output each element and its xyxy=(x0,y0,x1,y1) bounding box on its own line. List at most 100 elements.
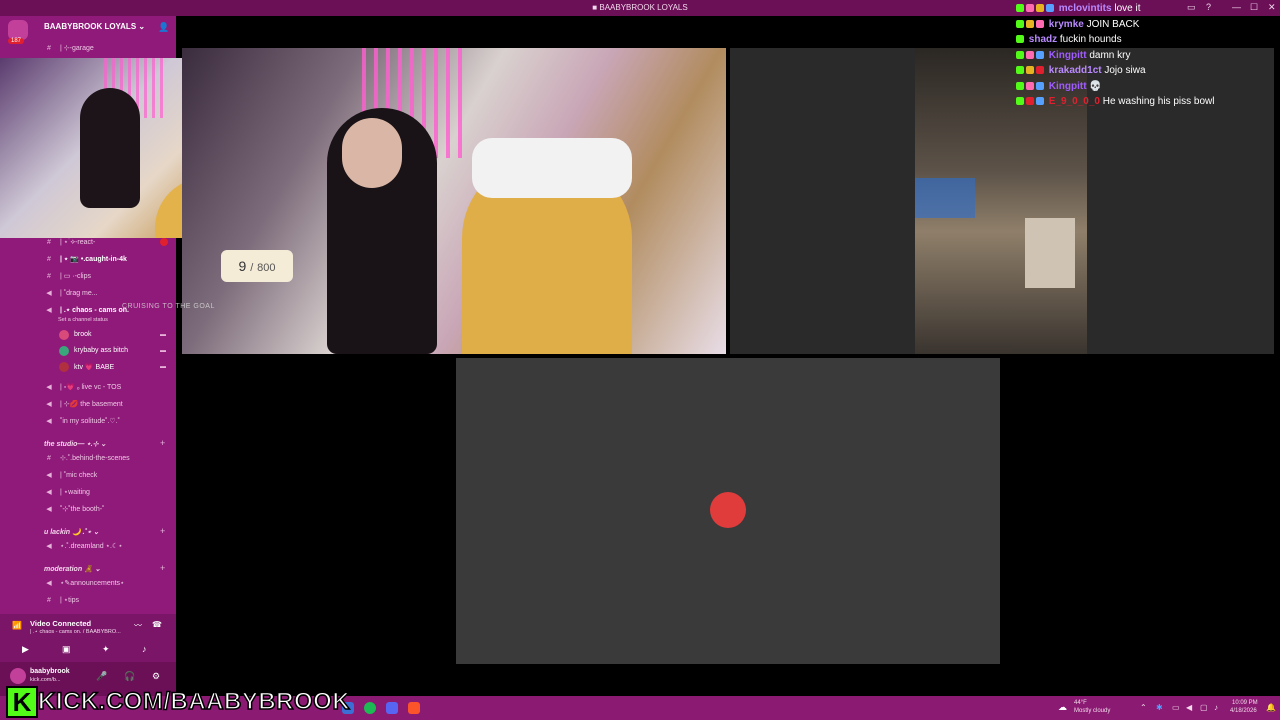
add-channel-icon[interactable]: + xyxy=(160,563,165,573)
hash-icon: # xyxy=(47,273,51,280)
gift-badge-icon xyxy=(1026,81,1034,90)
hash-icon: # xyxy=(47,597,51,604)
hash-icon: # xyxy=(47,45,51,52)
category-u-lackin[interactable]: u lackin 🌙 .˚⋆ ⌄ xyxy=(44,528,99,536)
channel-garage[interactable]: # | ⊹-garage xyxy=(44,44,94,52)
chat-text: 💀 xyxy=(1089,80,1102,92)
discord-home-icon[interactable] xyxy=(8,20,28,40)
category-the-studio[interactable]: the studio— ⋆.⊹ ⌄ xyxy=(44,440,106,448)
channel-in-my-solitude[interactable]: ◀ ˚in my solitude˚.♡.˚ xyxy=(44,417,120,425)
server-name[interactable]: BAABYBROOK LOYALS ⌄ xyxy=(44,22,145,31)
channel-chaos-cams-on[interactable]: ◀ | .⋆ chaos - cams on. xyxy=(44,306,129,314)
headrest xyxy=(472,138,632,198)
clock-date: 4/18/2026 xyxy=(1230,708,1257,714)
chat-message: krakadd1ct Jojo siwa xyxy=(1016,65,1276,81)
channel-status[interactable]: Set a channel status xyxy=(58,317,108,323)
blue-light xyxy=(915,178,975,218)
chat-message: shadz fuckin hounds xyxy=(1016,34,1276,50)
chat-username[interactable]: Kingpitt xyxy=(1049,50,1087,61)
avatar xyxy=(710,492,746,528)
weather-temp[interactable]: 44°F xyxy=(1074,700,1087,706)
goal-label: CRUISING TO THE GOAL xyxy=(122,303,215,310)
channel-caught-in-4k[interactable]: # | ⋆ 📷 •.caught-in-4k xyxy=(44,255,127,263)
chat-username[interactable]: krakadd1ct xyxy=(1049,65,1102,76)
crown-badge-icon xyxy=(1026,19,1034,28)
gift-badge-icon xyxy=(1036,19,1044,28)
person-figure xyxy=(80,88,140,208)
chat-username[interactable]: Kingpitt xyxy=(1049,81,1087,92)
voice-user-brook[interactable]: brook xyxy=(74,331,92,338)
voice-user-ktv[interactable]: ktv 💗 BABE xyxy=(74,363,114,371)
brave-browser-icon[interactable] xyxy=(408,702,420,714)
kick-banner: K KICK.COM/BAABYBROOK xyxy=(2,682,350,718)
channel-live-vc-tos[interactable]: ◀ | ▫💗 ₒ live vc - TOS xyxy=(44,383,121,391)
chat-message: mclovintits love it xyxy=(1016,3,1276,19)
channel-the-basement[interactable]: ◀ | ⊹💋 the basement xyxy=(44,400,122,408)
username[interactable]: baabybrook xyxy=(30,668,70,675)
channel-announcements[interactable]: ◀ ⋆✎announcements⋆ xyxy=(44,579,124,587)
channel-dreamland[interactable]: ◀ ⋆.˚.dreamland ⋆.☾⋆ xyxy=(44,542,122,550)
channel-react[interactable]: # | ⋆˙⟡-react- xyxy=(44,238,95,247)
server-rail: 187 xyxy=(0,16,36,46)
discord-icon[interactable] xyxy=(386,702,398,714)
add-channel-icon[interactable]: + xyxy=(160,438,165,448)
bluetooth-icon[interactable]: ✱ xyxy=(1156,703,1163,712)
voice-connection-panel: 📶 Video Connected | .⋆ chaos - cams on. … xyxy=(0,614,176,662)
channel-clips[interactable]: # | ▭ ·-clips xyxy=(44,272,91,280)
heart-badge-icon xyxy=(1036,66,1044,75)
channel-waiting[interactable]: ◀ | ⋆waiting xyxy=(44,488,90,496)
chat-username[interactable]: krymke xyxy=(1049,19,1084,30)
clock-time[interactable]: 10:09 PM xyxy=(1232,700,1258,706)
noise-suppression-icon[interactable]: 〰 xyxy=(134,620,142,631)
kick-logo-icon: K xyxy=(6,686,38,718)
chat-username[interactable]: mclovintits xyxy=(1059,3,1112,14)
chat-username[interactable]: E_9_0_0_0 xyxy=(1049,96,1100,107)
add-member-icon[interactable]: 👤 xyxy=(158,22,169,33)
chat-username[interactable]: shadz xyxy=(1029,34,1057,45)
kick-banner-text: KICK.COM/BAABYBROOK xyxy=(37,687,351,716)
voice-user-krybaby[interactable]: krybaby ass bitch xyxy=(74,347,128,354)
add-channel-icon[interactable]: + xyxy=(160,526,165,536)
display-icon[interactable]: ▢ xyxy=(1200,703,1208,712)
microphone-icon[interactable]: 🎤 xyxy=(96,671,107,682)
weather-icon: ☁ xyxy=(1058,702,1067,712)
gear-icon[interactable]: ⚙ xyxy=(152,671,160,682)
kick-badge-icon xyxy=(1016,81,1024,90)
channel-the-booth[interactable]: ◀ ˚⊹˚the booth-˚ xyxy=(44,505,104,513)
channel-tips[interactable]: # | ⋆tips xyxy=(44,596,79,604)
notifications-icon[interactable]: 🔔 xyxy=(1266,703,1276,712)
hash-icon: # xyxy=(47,455,51,462)
activity-icon[interactable]: ✦ xyxy=(102,644,110,655)
chat-text: He washing his piss bowl xyxy=(1102,96,1215,107)
channel-mic-check[interactable]: ◀ | ˚mic check xyxy=(44,471,97,479)
network-icon[interactable]: ▭ xyxy=(1172,703,1180,712)
hash-icon: # xyxy=(47,239,51,246)
sword-badge-icon xyxy=(1036,50,1044,59)
channel-drag-me[interactable]: ◀ | ˚drag me... xyxy=(44,289,97,297)
speaker-icon[interactable]: ♪ xyxy=(1214,703,1218,712)
video-tile-placeholder[interactable] xyxy=(456,358,1000,664)
category-moderation[interactable]: moderation 🧸 ⌄ xyxy=(44,565,101,573)
video-tile-main[interactable] xyxy=(182,48,726,354)
chat-message: Kingpitt 💀 xyxy=(1016,81,1276,97)
headphones-icon[interactable]: 🎧 xyxy=(124,671,135,682)
avatar xyxy=(59,362,69,372)
channel-behind-the-scenes[interactable]: # ⊹.˚.behind-the-scenes xyxy=(44,454,130,462)
speaker-icon: ◀ xyxy=(46,506,52,513)
camera-toggle-icon[interactable]: ▶ xyxy=(22,644,29,655)
disconnect-icon[interactable]: ☎ xyxy=(152,620,162,629)
chat-text: JOIN BACK xyxy=(1086,18,1140,30)
speaker-icon: ◀ xyxy=(46,580,52,587)
spotify-icon[interactable] xyxy=(364,702,376,714)
heart-badge-icon xyxy=(1026,97,1034,106)
voice-channel-path[interactable]: | .⋆ chaos - cams on. / BAABYBRO... xyxy=(30,629,121,635)
screen-share-icon[interactable]: ▣ xyxy=(62,644,71,655)
volume-icon[interactable]: ◀ xyxy=(1186,703,1192,712)
chat-message: Kingpitt damn kry xyxy=(1016,50,1276,66)
speaker-icon: ◀ xyxy=(46,290,52,297)
tray-chevron-icon[interactable]: ⌃ xyxy=(1140,703,1147,712)
chat-text: fuckin hounds xyxy=(1059,34,1122,45)
crown-badge-icon xyxy=(1026,66,1034,75)
soundboard-icon[interactable]: ♪ xyxy=(142,644,147,654)
kick-badge-icon xyxy=(1016,19,1024,28)
